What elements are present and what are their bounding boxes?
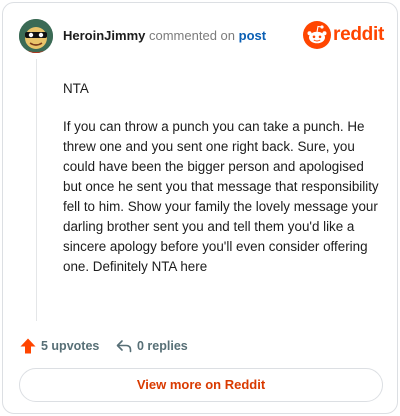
reply-button[interactable]: 0 replies [115,335,188,357]
thread-line [36,59,37,321]
comment-body: NTA If you can throw a punch you can tak… [63,79,379,295]
post-link[interactable]: post [239,28,266,43]
comment-embed-card: HeroinJimmy commented on post reddit NTA… [2,2,398,414]
avatar[interactable] [19,19,53,53]
upvote-button[interactable]: 5 upvotes [19,335,99,357]
action-text: commented on [149,28,235,43]
comment-actions: 5 upvotes 0 replies [19,335,381,357]
comment-header: HeroinJimmy commented on post reddit [19,17,384,53]
comment-paragraph: If you can throw a punch you can take a … [63,119,379,274]
reply-arrow-icon [116,340,132,353]
reddit-snoo-icon [303,21,331,49]
reddit-wordmark: reddit [333,24,384,45]
byline: HeroinJimmy commented on post [63,28,266,44]
username-link[interactable]: HeroinJimmy [63,28,145,43]
comment-paragraph: NTA [63,81,89,96]
view-more-button[interactable]: View more on Reddit [19,368,383,402]
reply-count: 0 replies [137,339,188,353]
upvote-count: 5 upvotes [41,339,100,353]
upvote-arrow-icon [20,338,36,354]
reddit-brand[interactable]: reddit [303,21,384,51]
